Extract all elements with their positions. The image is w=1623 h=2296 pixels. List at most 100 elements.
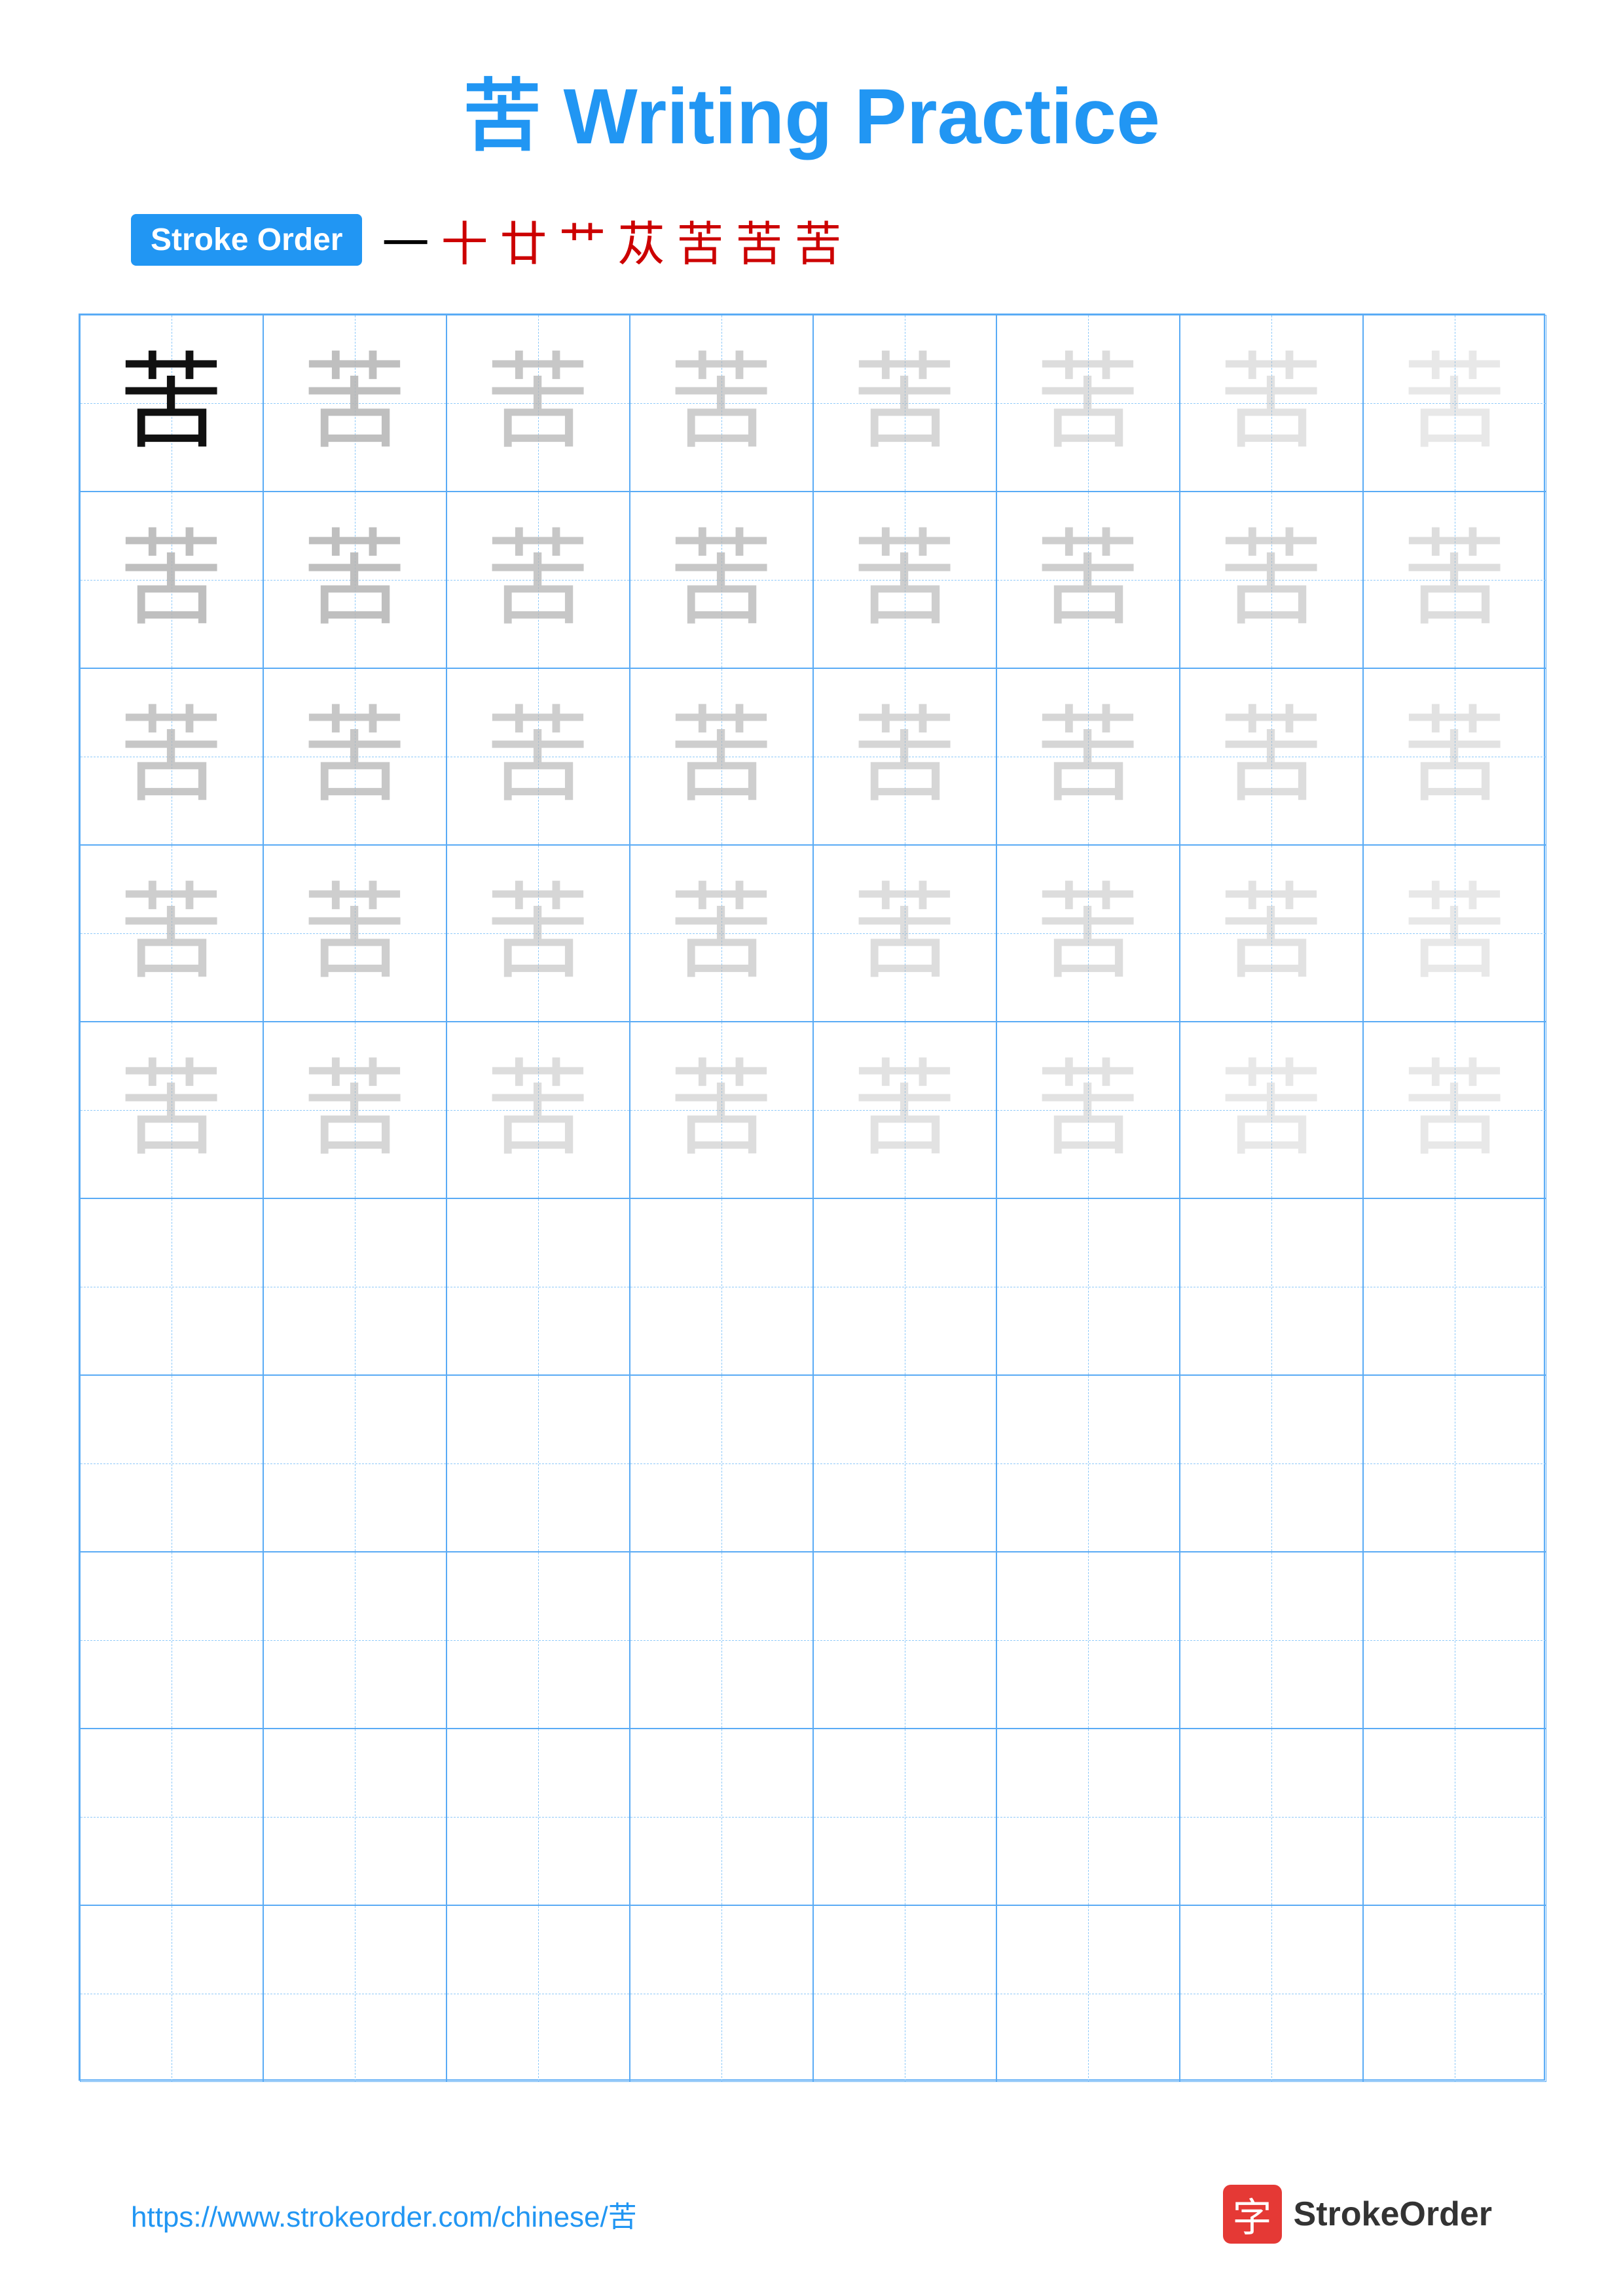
grid-cell-r9c1[interactable] bbox=[80, 1729, 263, 1905]
grid-cell-r4c2[interactable]: 苦 bbox=[263, 845, 447, 1022]
grid-cell-r1c3[interactable]: 苦 bbox=[447, 315, 630, 492]
stroke-order-badge: Stroke Order bbox=[131, 214, 362, 266]
grid-cell-r10c2[interactable] bbox=[263, 1905, 447, 2082]
grid-cell-r1c1[interactable]: 苦 bbox=[80, 315, 263, 492]
grid-cell-r9c3[interactable] bbox=[447, 1729, 630, 1905]
char-display: 苦 bbox=[1035, 528, 1140, 632]
grid-cell-r7c2[interactable] bbox=[263, 1375, 447, 1552]
grid-cell-r7c8[interactable] bbox=[1363, 1375, 1546, 1552]
grid-cell-r6c1[interactable] bbox=[80, 1198, 263, 1375]
stroke-8: 苦 bbox=[795, 206, 842, 274]
grid-cell-r8c6[interactable] bbox=[996, 1552, 1180, 1729]
grid-cell-r4c4[interactable]: 苦 bbox=[630, 845, 813, 1022]
grid-cell-r1c2[interactable]: 苦 bbox=[263, 315, 447, 492]
char-display: 苦 bbox=[1035, 881, 1140, 986]
grid-cell-r9c5[interactable] bbox=[813, 1729, 996, 1905]
grid-cell-r5c5[interactable]: 苦 bbox=[813, 1022, 996, 1198]
grid-cell-r4c6[interactable]: 苦 bbox=[996, 845, 1180, 1022]
grid-cell-r3c5[interactable]: 苦 bbox=[813, 668, 996, 845]
grid-cell-r10c4[interactable] bbox=[630, 1905, 813, 2082]
grid-cell-r9c6[interactable] bbox=[996, 1729, 1180, 1905]
grid-cell-r5c3[interactable]: 苦 bbox=[447, 1022, 630, 1198]
grid-cell-r3c4[interactable]: 苦 bbox=[630, 668, 813, 845]
grid-cell-r5c4[interactable]: 苦 bbox=[630, 1022, 813, 1198]
grid-cell-r7c6[interactable] bbox=[996, 1375, 1180, 1552]
stroke-order-row: Stroke Order 一 十 廿 艹 苁 苦 苦 苦 bbox=[131, 206, 842, 274]
grid-cell-r1c8[interactable]: 苦 bbox=[1363, 315, 1546, 492]
grid-cell-r9c7[interactable] bbox=[1180, 1729, 1363, 1905]
grid-cell-r2c7[interactable]: 苦 bbox=[1180, 492, 1363, 668]
grid-cell-r8c7[interactable] bbox=[1180, 1552, 1363, 1729]
grid-cell-r2c3[interactable]: 苦 bbox=[447, 492, 630, 668]
grid-cell-r3c8[interactable]: 苦 bbox=[1363, 668, 1546, 845]
grid-cell-r2c4[interactable]: 苦 bbox=[630, 492, 813, 668]
grid-cell-r1c7[interactable]: 苦 bbox=[1180, 315, 1363, 492]
stroke-6: 苦 bbox=[677, 206, 724, 274]
grid-cell-r6c4[interactable] bbox=[630, 1198, 813, 1375]
char-display: 苦 bbox=[485, 881, 590, 986]
grid-cell-r3c2[interactable]: 苦 bbox=[263, 668, 447, 845]
grid-cell-r8c8[interactable] bbox=[1363, 1552, 1546, 1729]
grid-cell-r10c6[interactable] bbox=[996, 1905, 1180, 2082]
grid-cell-r8c1[interactable] bbox=[80, 1552, 263, 1729]
grid-cell-r4c5[interactable]: 苦 bbox=[813, 845, 996, 1022]
grid-cell-r8c5[interactable] bbox=[813, 1552, 996, 1729]
grid-cell-r9c4[interactable] bbox=[630, 1729, 813, 1905]
footer-url: https://www.strokeorder.com/chinese/苦 bbox=[131, 2193, 637, 2235]
char-display: 苦 bbox=[668, 528, 773, 632]
grid-cell-r10c7[interactable] bbox=[1180, 1905, 1363, 2082]
grid-cell-r10c8[interactable] bbox=[1363, 1905, 1546, 2082]
grid-cell-r10c5[interactable] bbox=[813, 1905, 996, 2082]
grid-cell-r7c5[interactable] bbox=[813, 1375, 996, 1552]
grid-cell-r6c2[interactable] bbox=[263, 1198, 447, 1375]
grid-cell-r9c2[interactable] bbox=[263, 1729, 447, 1905]
grid-cell-r2c5[interactable]: 苦 bbox=[813, 492, 996, 668]
grid-cell-r2c6[interactable]: 苦 bbox=[996, 492, 1180, 668]
grid-cell-r6c6[interactable] bbox=[996, 1198, 1180, 1375]
grid-cell-r3c3[interactable]: 苦 bbox=[447, 668, 630, 845]
grid-cell-r4c1[interactable]: 苦 bbox=[80, 845, 263, 1022]
grid-cell-r10c1[interactable] bbox=[80, 1905, 263, 2082]
grid-cell-r6c5[interactable] bbox=[813, 1198, 996, 1375]
grid-cell-r7c3[interactable] bbox=[447, 1375, 630, 1552]
page-title: 苦 Writing Practice bbox=[463, 52, 1160, 166]
char-display: 苦 bbox=[119, 528, 223, 632]
grid-cell-r3c7[interactable]: 苦 bbox=[1180, 668, 1363, 845]
grid-cell-r7c4[interactable] bbox=[630, 1375, 813, 1552]
grid-cell-r1c4[interactable]: 苦 bbox=[630, 315, 813, 492]
char-display: 苦 bbox=[1402, 704, 1506, 809]
grid-cell-r2c1[interactable]: 苦 bbox=[80, 492, 263, 668]
grid-cell-r3c1[interactable]: 苦 bbox=[80, 668, 263, 845]
grid-cell-r5c2[interactable]: 苦 bbox=[263, 1022, 447, 1198]
grid-cell-r10c3[interactable] bbox=[447, 1905, 630, 2082]
char-display: 苦 bbox=[852, 704, 957, 809]
grid-cell-r2c8[interactable]: 苦 bbox=[1363, 492, 1546, 668]
grid-cell-r2c2[interactable]: 苦 bbox=[263, 492, 447, 668]
grid-cell-r4c8[interactable]: 苦 bbox=[1363, 845, 1546, 1022]
char-display: 苦 bbox=[1402, 528, 1506, 632]
grid-cell-r7c1[interactable] bbox=[80, 1375, 263, 1552]
grid-cell-r7c7[interactable] bbox=[1180, 1375, 1363, 1552]
grid-cell-r8c3[interactable] bbox=[447, 1552, 630, 1729]
grid-cell-r8c4[interactable] bbox=[630, 1552, 813, 1729]
grid-cell-r9c8[interactable] bbox=[1363, 1729, 1546, 1905]
grid-cell-r6c3[interactable] bbox=[447, 1198, 630, 1375]
char-display: 苦 bbox=[302, 881, 407, 986]
grid-cell-r5c1[interactable]: 苦 bbox=[80, 1022, 263, 1198]
grid-cell-r4c3[interactable]: 苦 bbox=[447, 845, 630, 1022]
char-display: 苦 bbox=[852, 1058, 957, 1162]
grid-cell-r6c8[interactable] bbox=[1363, 1198, 1546, 1375]
char-display: 苦 bbox=[668, 351, 773, 456]
grid-cell-r6c7[interactable] bbox=[1180, 1198, 1363, 1375]
grid-cell-r1c6[interactable]: 苦 bbox=[996, 315, 1180, 492]
grid-cell-r5c7[interactable]: 苦 bbox=[1180, 1022, 1363, 1198]
grid-cell-r1c5[interactable]: 苦 bbox=[813, 315, 996, 492]
grid-cell-r8c2[interactable] bbox=[263, 1552, 447, 1729]
grid-cell-r5c6[interactable]: 苦 bbox=[996, 1022, 1180, 1198]
char-display: 苦 bbox=[302, 351, 407, 456]
char-display: 苦 bbox=[852, 528, 957, 632]
char-display: 苦 bbox=[119, 1058, 223, 1162]
grid-cell-r4c7[interactable]: 苦 bbox=[1180, 845, 1363, 1022]
grid-cell-r3c6[interactable]: 苦 bbox=[996, 668, 1180, 845]
grid-cell-r5c8[interactable]: 苦 bbox=[1363, 1022, 1546, 1198]
